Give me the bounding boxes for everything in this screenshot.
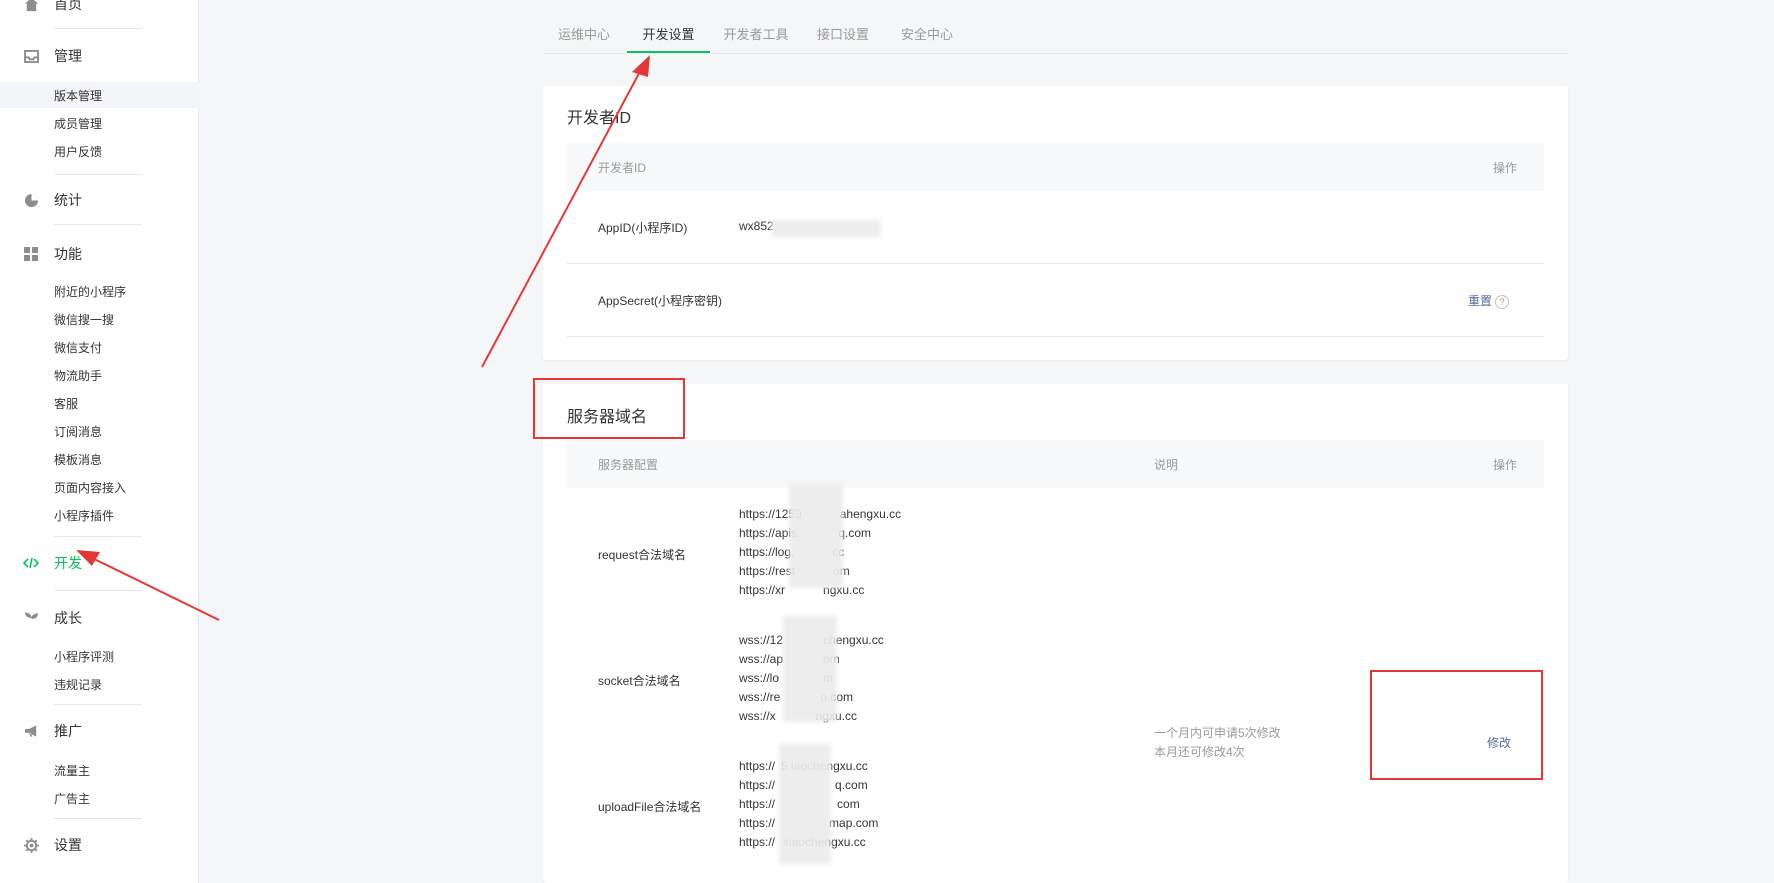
- annotation-arrows: [76, 55, 650, 621]
- annotation-arrowhead: [632, 55, 650, 77]
- annotation-arrowhead: [76, 550, 100, 566]
- annotation-arrow: [481, 63, 645, 368]
- annotation-arrow: [85, 554, 220, 621]
